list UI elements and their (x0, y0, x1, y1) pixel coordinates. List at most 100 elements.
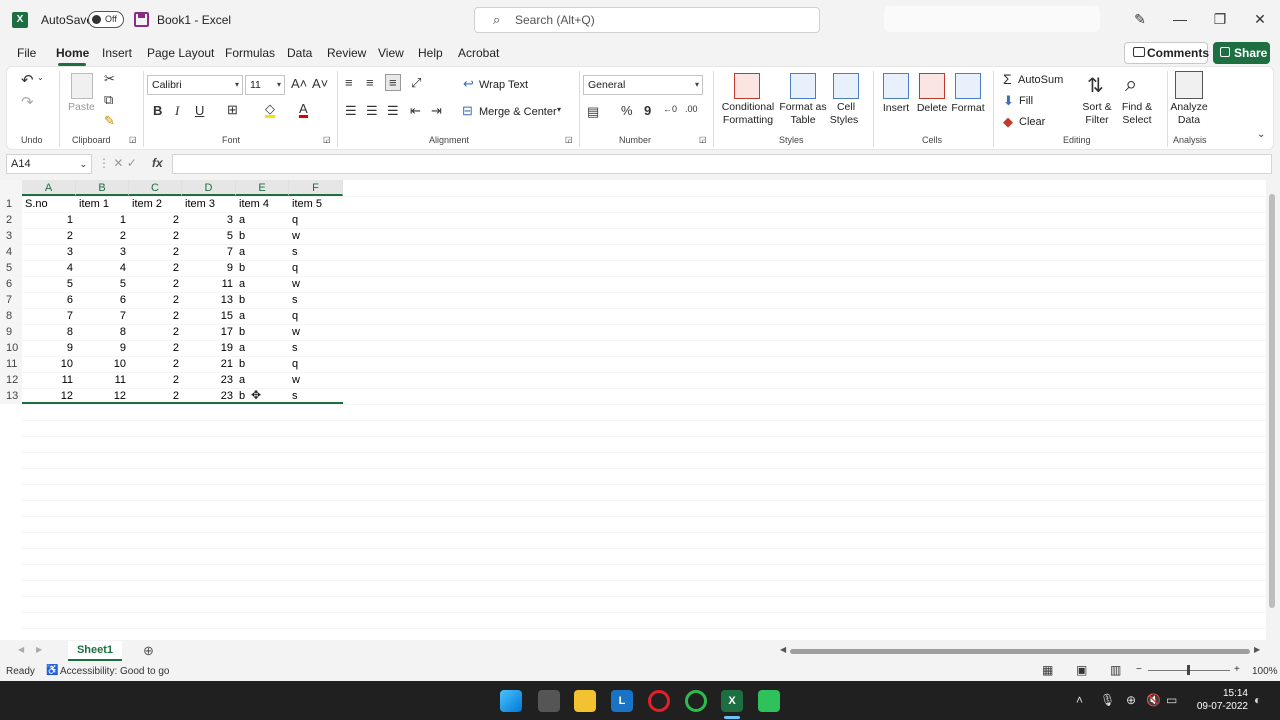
data-cell[interactable]: 2 (129, 372, 182, 388)
wrap-text-icon[interactable]: ↩ (463, 76, 474, 92)
data-cell[interactable]: 5 (22, 276, 76, 292)
data-cell[interactable]: 8 (22, 324, 76, 340)
data-cell[interactable]: s (289, 340, 343, 356)
pen-icon[interactable]: ✎ (1130, 9, 1150, 29)
column-header-f[interactable]: F (289, 180, 343, 196)
collapse-ribbon-icon[interactable]: ⌄ (1257, 129, 1265, 140)
sort-filter-label-1[interactable]: Sort & (1077, 101, 1117, 114)
tab-insert[interactable]: Insert (102, 46, 132, 60)
tab-page-layout[interactable]: Page Layout (147, 46, 214, 60)
data-cell[interactable]: 7 (22, 308, 76, 324)
data-cell[interactable]: q (289, 212, 343, 228)
format-cells-icon[interactable] (955, 73, 981, 99)
data-cell[interactable]: w (289, 228, 343, 244)
row-header[interactable]: 2 (0, 212, 22, 228)
autosave-toggle[interactable]: Off (88, 11, 124, 28)
data-cell[interactable]: 6 (76, 292, 129, 308)
vertical-scrollbar[interactable] (1266, 180, 1278, 640)
speaker-icon[interactable]: 🔇 (1146, 693, 1161, 707)
data-cell[interactable]: 8 (76, 324, 129, 340)
column-header-b[interactable]: B (76, 180, 129, 196)
header-cell[interactable]: item 2 (129, 196, 182, 212)
format-as-table-icon[interactable] (790, 73, 816, 99)
row-header[interactable]: 10 (0, 340, 22, 356)
close-button[interactable]: ✕ (1250, 9, 1270, 29)
cell-styles-icon[interactable] (833, 73, 859, 99)
data-cell[interactable]: a (236, 244, 289, 260)
align-middle-icon[interactable]: ≡ (366, 75, 374, 90)
tab-file[interactable]: File (17, 46, 36, 60)
cell-styles-label-1[interactable]: Cell (827, 101, 865, 114)
row-header[interactable]: 6 (0, 276, 22, 292)
zoom-slider-thumb[interactable] (1187, 665, 1190, 675)
data-cell[interactable]: 10 (22, 356, 76, 372)
data-cell[interactable]: a (236, 372, 289, 388)
number-launcher-icon[interactable]: ◲ (699, 135, 707, 144)
scroll-left-icon[interactable]: ◀ (780, 645, 786, 654)
align-center-icon[interactable]: ☰ (366, 103, 378, 119)
merge-center-button[interactable]: Merge & Center (479, 106, 557, 118)
autosum-button[interactable]: AutoSum (1018, 74, 1063, 86)
analyze-data-label-2[interactable]: Data (1167, 114, 1211, 127)
column-header-d[interactable]: D (182, 180, 236, 196)
data-cell[interactable]: 15 (182, 308, 236, 324)
alignment-launcher-icon[interactable]: ◲ (565, 135, 573, 144)
header-cell[interactable]: item 5 (289, 196, 343, 212)
row-header[interactable]: 13 (0, 388, 22, 404)
data-cell[interactable]: 3 (182, 212, 236, 228)
align-right-icon[interactable]: ☰ (387, 103, 399, 119)
taskbar-clock[interactable]: 15:14 09-07-2022 (1192, 687, 1248, 713)
data-cell[interactable]: 23 (182, 372, 236, 388)
data-cell[interactable]: 2 (129, 228, 182, 244)
paste-icon[interactable] (71, 73, 93, 99)
data-cell[interactable]: q (289, 356, 343, 372)
data-cell[interactable]: b (236, 324, 289, 340)
decrease-decimal-icon[interactable]: .00 (685, 104, 698, 114)
data-cell[interactable]: a (236, 340, 289, 356)
data-cell[interactable]: 2 (129, 308, 182, 324)
data-cell[interactable]: 3 (22, 244, 76, 260)
fill-icon[interactable]: ⬇ (1003, 93, 1014, 109)
data-cell[interactable]: 13 (182, 292, 236, 308)
data-cell[interactable]: 2 (76, 228, 129, 244)
fill-button[interactable]: Fill (1019, 95, 1033, 107)
clipboard-launcher-icon[interactable]: ◲ (129, 135, 137, 144)
tab-data[interactable]: Data (287, 46, 312, 60)
minimize-button[interactable]: — (1170, 9, 1190, 29)
data-cell[interactable]: 5 (76, 276, 129, 292)
undo-dropdown-icon[interactable]: ⌄ (37, 73, 44, 82)
italic-button[interactable]: I (175, 103, 179, 119)
data-cell[interactable]: 1 (76, 212, 129, 228)
conditional-formatting-icon[interactable] (734, 73, 760, 99)
borders-icon[interactable]: ⊞ (227, 102, 238, 118)
font-size-select[interactable]: 11 ▾ (245, 75, 285, 95)
zoom-in-icon[interactable]: + (1234, 664, 1240, 675)
comma-style-icon[interactable]: 9 (644, 103, 651, 118)
tab-view[interactable]: View (378, 46, 404, 60)
analyze-data-icon[interactable] (1175, 71, 1203, 99)
row-header[interactable]: 7 (0, 292, 22, 308)
wrap-text-button[interactable]: Wrap Text (479, 79, 528, 91)
data-cell[interactable]: w (289, 324, 343, 340)
data-cell[interactable]: 4 (76, 260, 129, 276)
cut-icon[interactable]: ✂ (104, 71, 115, 87)
data-cell[interactable]: q (289, 308, 343, 324)
data-cell[interactable]: 2 (129, 356, 182, 372)
worksheet-grid[interactable]: ABCDEF 1 2 3 4 5 6 7 8 9 10 11 12 13 S.no item 1 item … (0, 180, 1266, 645)
save-icon[interactable] (134, 12, 149, 27)
search-box[interactable]: ⌕ Search (Alt+Q) (474, 7, 820, 33)
increase-decimal-icon[interactable]: ←0 (663, 104, 677, 114)
data-cell[interactable]: 11 (22, 372, 76, 388)
maximize-button[interactable]: ❐ (1210, 9, 1230, 29)
select-all-corner[interactable] (0, 180, 22, 196)
data-cell[interactable]: 21 (182, 356, 236, 372)
accounting-format-icon[interactable]: ▤ (587, 104, 599, 120)
tab-review[interactable]: Review (327, 46, 366, 60)
chevron-up-icon[interactable]: ˄ (1076, 693, 1083, 707)
clear-button[interactable]: Clear (1019, 116, 1045, 128)
battery-icon[interactable]: ▭ (1166, 693, 1177, 707)
tab-help[interactable]: Help (418, 46, 443, 60)
task-view-icon[interactable] (538, 690, 560, 712)
next-sheet-icon[interactable]: ▶ (36, 645, 42, 654)
find-select-label-1[interactable]: Find & (1117, 101, 1157, 114)
